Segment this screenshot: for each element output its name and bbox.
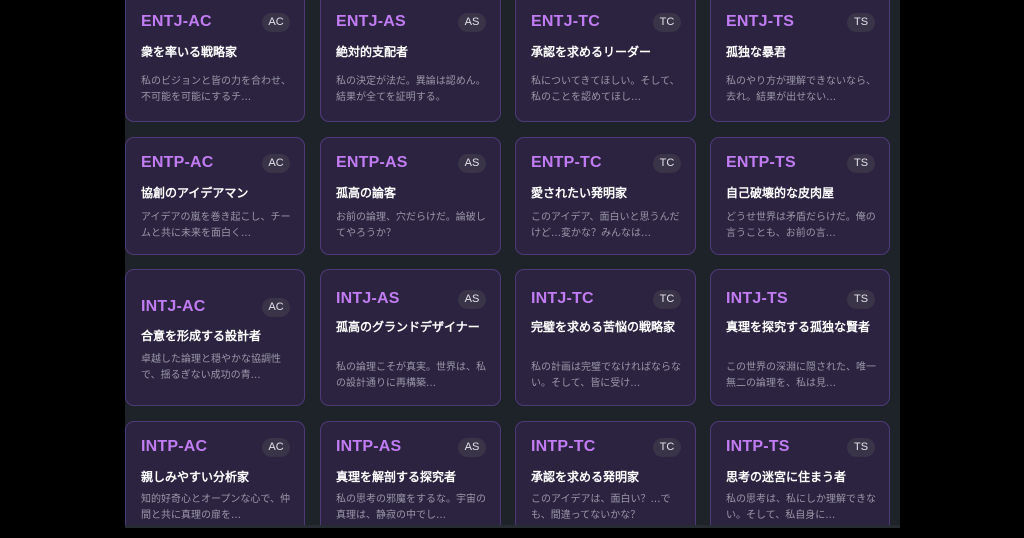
type-title: 絶対的支配者 <box>336 45 409 59</box>
type-card[interactable]: INTJ-TC TC 完璧を求める苦悩の戦略家 私の計画は完璧でなければならない… <box>515 269 696 406</box>
type-description: この世界の深淵に隠された、唯一無二の論理を、私は見… <box>726 362 876 389</box>
type-title: 衆を率いる戦略家 <box>141 45 238 59</box>
type-description: 私の思考は、私にしか理解できない。そして、私自身に… <box>726 494 876 521</box>
type-card[interactable]: ENTJ-AS AS 絶対的支配者 私の決定が法だ。異論は認めん。結果が全てを証… <box>320 0 501 122</box>
type-code: ENTP-TS <box>726 154 796 171</box>
type-card[interactable]: ENTP-AC AC 協創のアイデアマン アイデアの嵐を巻き起こし、チームと共に… <box>125 137 305 255</box>
type-badge: TS <box>847 13 875 32</box>
type-code: ENTP-AS <box>336 154 408 171</box>
type-badge: TC <box>653 290 681 309</box>
type-title: 孤高の論客 <box>336 186 397 200</box>
type-card[interactable]: ENTJ-AC AC 衆を率いる戦略家 私のビジョンと皆の力を合わせ、不可能を可… <box>125 0 305 122</box>
type-card[interactable]: ENTP-TC TC 愛されたい発明家 このアイデア、面白いと思うんだけど…変か… <box>515 137 696 255</box>
type-code: INTJ-TC <box>531 290 594 307</box>
type-code: INTP-AS <box>336 438 402 455</box>
type-badge: TS <box>847 154 875 173</box>
type-title: 承認を求めるリーダー <box>531 45 652 59</box>
type-code: INTJ-AS <box>336 290 400 307</box>
type-title: 協創のアイデアマン <box>141 186 249 200</box>
type-code: ENTJ-TS <box>726 13 795 30</box>
type-card[interactable]: INTJ-AS AS 孤高のグランドデザイナー 私の論理こそが真実。世界は、私の… <box>320 269 501 406</box>
type-card[interactable]: INTP-AS AS 真理を解剖する探究者 私の思考の邪魔をするな。宇宙の真理は… <box>320 421 501 528</box>
type-badge: TS <box>847 290 875 309</box>
type-title: 孤独な暴君 <box>726 45 787 59</box>
type-title: 完璧を求める苦悩の戦略家 <box>531 320 676 334</box>
type-description: 私のビジョンと皆の力を合わせ、不可能を可能にするチ… <box>141 76 291 103</box>
type-badge: AC <box>262 13 290 32</box>
type-description: お前の論理、穴だらけだ。論破してやろうか？ <box>336 212 486 239</box>
type-title: 親しみやすい分析家 <box>141 470 250 484</box>
type-description: 私の計画は完璧でなければならない。そして、皆に受け… <box>531 362 681 389</box>
type-card[interactable]: INTP-AC AC 親しみやすい分析家 知的好奇心とオープンな心で、仲間と共に… <box>125 421 305 528</box>
type-grid-viewport: ENTJ-AC AC 衆を率いる戦略家 私のビジョンと皆の力を合わせ、不可能を可… <box>125 0 900 528</box>
type-badge: AS <box>458 438 486 457</box>
type-badge: TC <box>653 154 681 173</box>
type-description: 卓越した論理と穏やかな協調性で、揺るぎない成功の青… <box>141 354 281 381</box>
type-code: ENTP-AC <box>141 154 214 171</box>
type-code: ENTJ-AC <box>141 13 212 30</box>
type-card[interactable]: INTJ-AC AC 合意を形成する設計者 卓越した論理と穏やかな協調性で、揺る… <box>125 269 305 406</box>
type-code: INTP-TC <box>531 438 596 455</box>
type-code: INTJ-TS <box>726 290 788 307</box>
type-card[interactable]: ENTP-TS TS 自己破壊的な皮肉屋 どうせ世界は矛盾だらけだ。俺の言うこと… <box>710 137 890 255</box>
type-description: 私のやり方が理解できないなら、去れ。結果が出せない… <box>726 76 876 103</box>
type-card[interactable]: INTP-TC TC 承認を求める発明家 このアイデアは、面白い？…でも、間違っ… <box>515 421 696 528</box>
type-title: 自己破壊的な皮肉屋 <box>726 186 835 200</box>
type-description: どうせ世界は矛盾だらけだ。俺の言うことも、お前の言… <box>726 212 876 239</box>
type-description: このアイデアは、面白い？…でも、間違ってないかな？ <box>531 494 671 521</box>
type-badge: TS <box>847 438 875 457</box>
type-title: 真理を探究する孤独な賢者 <box>726 320 871 334</box>
type-badge: AC <box>262 298 290 317</box>
type-code: INTJ-AC <box>141 298 206 315</box>
type-badge: TC <box>653 13 681 32</box>
type-badge: AS <box>458 290 486 309</box>
type-title: 真理を解剖する探究者 <box>336 470 457 484</box>
type-description: 知的好奇心とオープンな心で、仲間と共に真理の扉を… <box>141 494 290 521</box>
type-badge: TC <box>653 438 681 457</box>
type-description: 私の決定が法だ。異論は認めん。結果が全てを証明する。 <box>336 76 486 103</box>
type-title: 思考の迷宮に住まう者 <box>726 470 847 484</box>
type-card[interactable]: ENTJ-TC TC 承認を求めるリーダー 私についてきてほしい。そして、私のこ… <box>515 0 696 122</box>
type-card[interactable]: INTJ-TS TS 真理を探究する孤独な賢者 この世界の深淵に隠された、唯一無… <box>710 269 890 406</box>
type-code: INTP-TS <box>726 438 790 455</box>
type-description: 私の論理こそが真実。世界は、私の設計通りに再構築… <box>336 362 486 389</box>
type-description: アイデアの嵐を巻き起こし、チームと共に未来を面白く… <box>141 212 291 239</box>
type-description: 私の思考の邪魔をするな。宇宙の真理は、静寂の中でし… <box>336 494 486 521</box>
type-description: 私についてきてほしい。そして、私のことを認めてほし… <box>531 76 680 103</box>
type-card[interactable]: ENTJ-TS TS 孤独な暴君 私のやり方が理解できないなら、去れ。結果が出せ… <box>710 0 890 122</box>
type-code: ENTJ-TC <box>531 13 600 30</box>
type-badge: AC <box>262 154 290 173</box>
type-badge: AS <box>458 13 486 32</box>
type-badge: AC <box>262 438 290 457</box>
type-title: 愛されたい発明家 <box>531 186 628 200</box>
type-card[interactable]: ENTP-AS AS 孤高の論客 お前の論理、穴だらけだ。論破してやろうか？ <box>320 137 501 255</box>
type-description: このアイデア、面白いと思うんだけど…変かな？みんなは… <box>531 212 680 239</box>
type-badge: AS <box>458 154 486 173</box>
type-code: INTP-AC <box>141 438 208 455</box>
type-card[interactable]: INTP-TS TS 思考の迷宮に住まう者 私の思考は、私にしか理解できない。そ… <box>710 421 890 528</box>
type-title: 孤高のグランドデザイナー <box>336 320 480 334</box>
type-code: ENTP-TC <box>531 154 602 171</box>
type-title: 合意を形成する設計者 <box>141 329 262 343</box>
type-title: 承認を求める発明家 <box>531 470 640 484</box>
type-code: ENTJ-AS <box>336 13 406 30</box>
